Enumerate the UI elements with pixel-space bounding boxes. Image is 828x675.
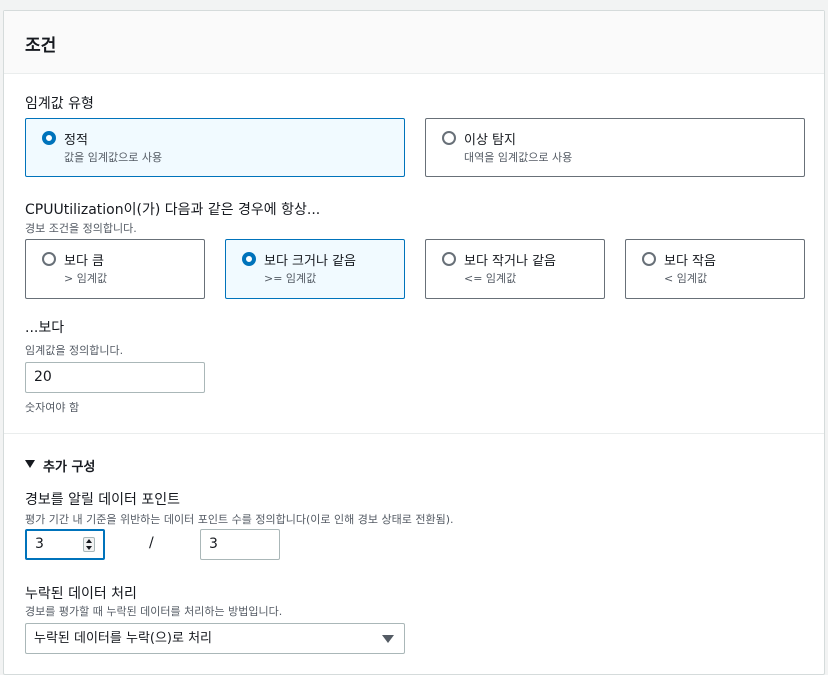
- dropdown-caret-icon[interactable]: [382, 635, 394, 643]
- datapoints-description: 평가 기간 내 기준을 위반하는 데이터 포인트 수를 정의합니다(이로 인해 …: [25, 513, 454, 526]
- tile-description: < 임계값: [664, 272, 708, 285]
- missing-data-select[interactable]: 누락된 데이터를 누락(으)로 처리: [25, 623, 405, 654]
- condition-description: 경보 조건을 정의합니다.: [25, 222, 137, 235]
- panel-header: 조건: [4, 11, 824, 74]
- datapoints-separator: /: [149, 535, 154, 551]
- threshold-type-static-tile[interactable]: 정적 값을 임계값으로 사용: [25, 118, 405, 177]
- tile-title: 보다 작음: [664, 254, 716, 269]
- condition-greater-tile[interactable]: 보다 큼 > 임계값: [25, 239, 205, 299]
- tile-title: 이상 탐지: [464, 133, 516, 148]
- radio-unselected-icon[interactable]: [642, 252, 656, 266]
- missing-data-label: 누락된 데이터 처리: [25, 586, 137, 602]
- tile-description: > 임계값: [64, 272, 108, 285]
- radio-unselected-icon[interactable]: [42, 252, 56, 266]
- threshold-hint: 숫자여야 함: [25, 401, 80, 414]
- tile-description: <= 임계값: [464, 272, 517, 285]
- datapoints-label: 경보를 알릴 데이터 포인트: [25, 492, 181, 508]
- tile-title: 보다 큼: [64, 254, 105, 269]
- divider: [4, 433, 824, 434]
- threshold-input[interactable]: 20: [25, 362, 205, 393]
- datapoints-value: 3: [35, 536, 44, 552]
- threshold-type-anomaly-tile[interactable]: 이상 탐지 대역을 임계값으로 사용: [425, 118, 805, 177]
- condition-greater-equal-tile[interactable]: 보다 크거나 같음 >= 임계값: [225, 239, 405, 299]
- caret-down-icon[interactable]: [25, 460, 35, 468]
- missing-data-selected: 누락된 데이터를 누락(으)로 처리: [34, 631, 213, 646]
- panel-title: 조건: [25, 36, 57, 56]
- tile-title: 보다 작거나 같음: [464, 254, 556, 269]
- condition-less-tile[interactable]: 보다 작음 < 임계값: [625, 239, 805, 299]
- condition-label: CPUUtilization이(가) 다음과 같은 경우에 항상...: [25, 202, 321, 218]
- tile-title: 정적: [64, 133, 88, 148]
- evaluation-periods-input[interactable]: 3: [200, 529, 280, 560]
- conditions-panel: 조건 임계값 유형 정적 값을 임계값으로 사용 이상 탐지 대역을 임계값으로…: [3, 10, 825, 675]
- threshold-type-label: 임계값 유형: [25, 96, 94, 112]
- threshold-label: ...보다: [25, 320, 65, 336]
- tile-title: 보다 크거나 같음: [264, 254, 356, 269]
- radio-unselected-icon[interactable]: [442, 131, 456, 145]
- tile-description: 대역을 임계값으로 사용: [464, 151, 573, 164]
- datapoints-input[interactable]: 3: [25, 529, 105, 560]
- condition-less-equal-tile[interactable]: 보다 작거나 같음 <= 임계값: [425, 239, 605, 299]
- tile-description: >= 임계값: [264, 272, 317, 285]
- radio-unselected-icon[interactable]: [442, 252, 456, 266]
- additional-config-label: 추가 구성: [43, 460, 96, 475]
- missing-data-description: 경보를 평가할 때 누락된 데이터를 처리하는 방법입니다.: [25, 605, 283, 618]
- number-stepper-icon[interactable]: [83, 537, 95, 552]
- threshold-description: 임계값을 정의합니다.: [25, 344, 124, 357]
- radio-selected-icon[interactable]: [42, 131, 56, 145]
- tile-description: 값을 임계값으로 사용: [64, 151, 163, 164]
- radio-selected-icon[interactable]: [242, 252, 256, 266]
